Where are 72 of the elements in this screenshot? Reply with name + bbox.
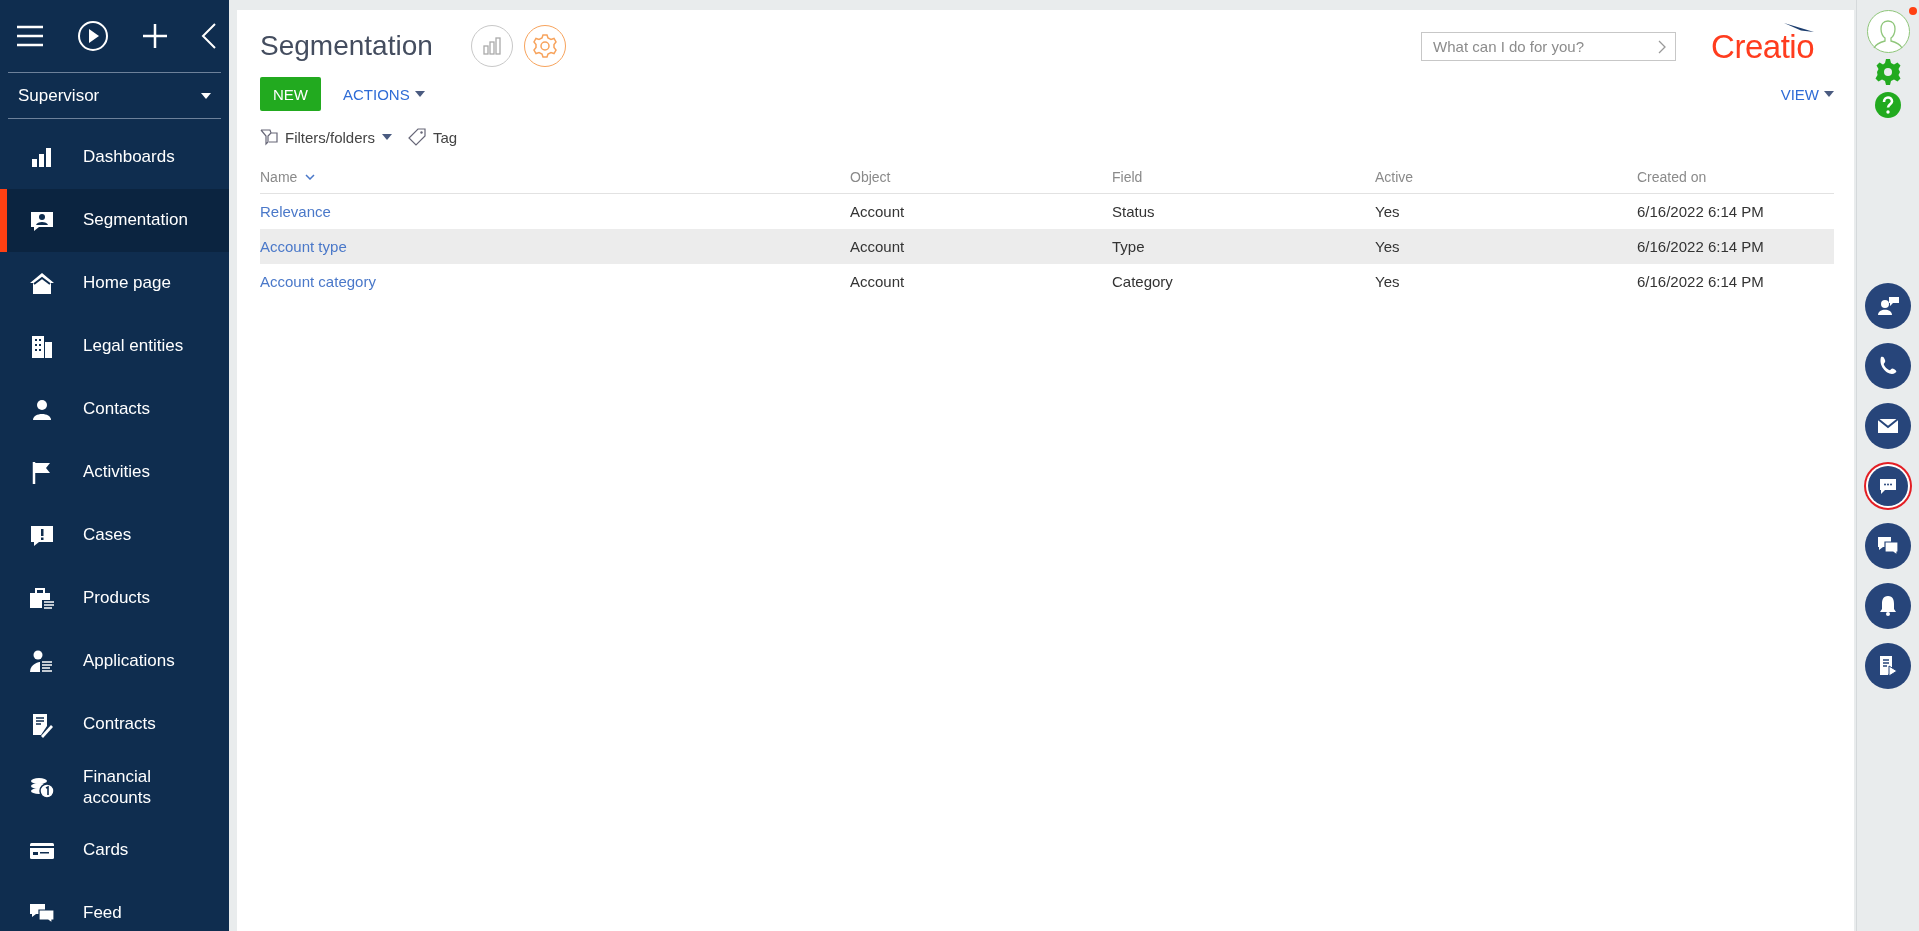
play-icon[interactable] (77, 20, 109, 52)
sidebar-item[interactable]: Products (0, 567, 229, 630)
actions-button[interactable]: ACTIONS (343, 85, 425, 103)
section-icon (29, 585, 55, 612)
search-field[interactable]: What can I do for you? (1421, 31, 1677, 61)
table-row[interactable]: Account type Account Type Yes 6/16/2022 6:14 PM (260, 229, 1834, 264)
sidebar-item[interactable]: Legal entities (0, 315, 229, 378)
sidebar-item[interactable]: Segmentation (0, 189, 229, 252)
filter-folder-icon (260, 128, 278, 146)
sidebar-item[interactable]: Home page (0, 252, 229, 315)
table-cell-text: Account (850, 202, 906, 222)
sidebar-item[interactable]: Cases (0, 504, 229, 567)
table-cell-text: Yes (1375, 237, 1401, 257)
table-cell-text: Yes (1375, 272, 1401, 292)
tag-button[interactable]: Tag (408, 128, 458, 146)
collapse-icon[interactable] (201, 22, 217, 50)
sidebar-item[interactable]: Dashboards (0, 126, 229, 189)
communication-button[interactable] (1865, 583, 1911, 629)
table-row[interactable]: Relevance Account Status Yes 6/16/2022 6:14 PM (260, 194, 1834, 229)
settings-icon[interactable] (1874, 58, 1902, 86)
section-icon (29, 648, 55, 675)
sidebar-item[interactable]: Activities (0, 441, 229, 504)
record-link[interactable]: Account category (260, 264, 850, 299)
table-cell-text: Category (1112, 272, 1174, 292)
table-cell-text: Status (1112, 202, 1156, 222)
record-link[interactable]: Account type (260, 229, 850, 264)
table-cell-text: Type (1112, 237, 1146, 257)
sidebar-item[interactable]: Contracts (0, 693, 229, 756)
role-dropdown[interactable]: Supervisor (18, 85, 100, 106)
sidebar-item[interactable]: Feed (0, 882, 229, 931)
view-button[interactable]: VIEW (1780, 85, 1834, 103)
chevron-right-icon[interactable] (1658, 39, 1667, 54)
column-header[interactable]: Field (1112, 160, 1375, 194)
page-title: Segmentation (260, 30, 433, 62)
section-icon (29, 270, 55, 297)
logo-swoosh-icon (1784, 23, 1814, 34)
caret-icon (1824, 91, 1834, 97)
help-icon[interactable] (1874, 91, 1902, 119)
caret-icon (414, 91, 425, 97)
table-cell-text: 6/16/2022 6:14 PM (1637, 237, 1765, 257)
logo: Creatio (1711, 30, 1814, 63)
column-header[interactable]: Object (850, 160, 1112, 194)
sort-chevron-icon (305, 173, 316, 180)
column-header[interactable]: Active (1375, 160, 1637, 194)
communication-button[interactable] (1865, 283, 1911, 329)
add-icon[interactable] (142, 23, 168, 49)
column-header[interactable]: Name (260, 160, 850, 194)
communication-button[interactable] (1865, 523, 1911, 569)
bar-chart-icon (481, 36, 502, 56)
sidebar-item[interactable]: Cards (0, 819, 229, 882)
filters-folders-button[interactable]: Filters/folders (260, 128, 393, 146)
sidebar-item[interactable]: Applications (0, 630, 229, 693)
tag-icon (408, 128, 427, 146)
table-cell-text: Account (850, 237, 906, 257)
column-header[interactable]: Created on (1637, 160, 1834, 194)
communication-button[interactable] (1865, 403, 1911, 449)
table-row[interactable]: Account category Account Category Yes 6/16/2022 6:14 PM (260, 264, 1834, 299)
caret-icon (201, 92, 211, 99)
communication-button[interactable] (1865, 343, 1911, 389)
section-icon (29, 333, 55, 360)
sidebar-item[interactable]: Contacts (0, 378, 229, 441)
record-link[interactable]: Relevance (260, 194, 850, 229)
table-cell-text: Yes (1375, 202, 1401, 222)
caret-icon (382, 134, 393, 140)
communication-button[interactable] (1868, 466, 1908, 506)
settings-icon (531, 33, 558, 59)
table-cell-text: 6/16/2022 6:14 PM (1637, 272, 1765, 292)
menu-icon[interactable] (16, 25, 44, 47)
communication-button[interactable] (1865, 643, 1911, 689)
table-cell-text: Account (850, 272, 906, 292)
sidebar-item[interactable]: Financial accounts (0, 756, 229, 819)
table-cell-text: 6/16/2022 6:14 PM (1637, 202, 1765, 222)
